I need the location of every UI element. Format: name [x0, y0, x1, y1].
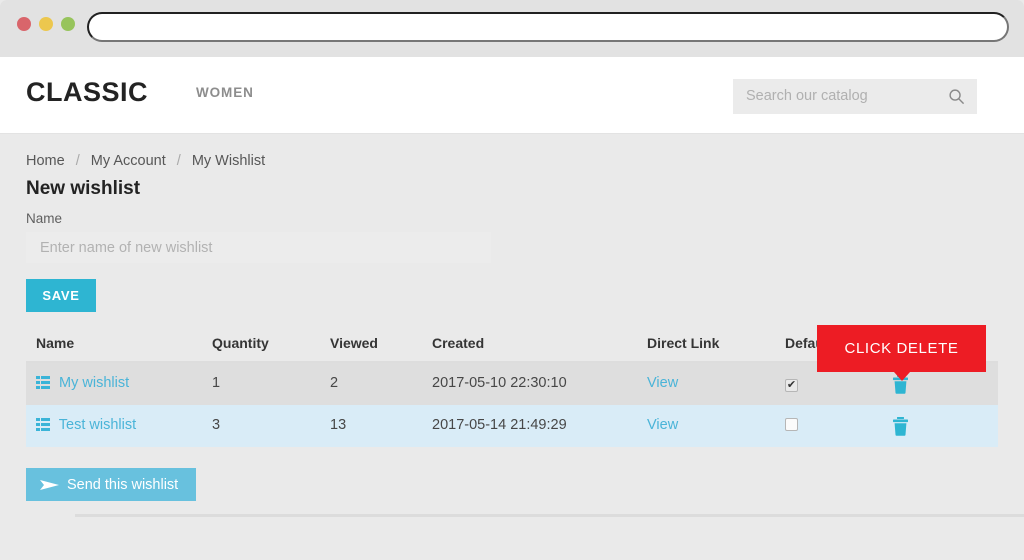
- table-row[interactable]: Test wishlist 3 13 2017-05-14 21:49:29 V…: [26, 405, 998, 447]
- direct-link-cell: View: [647, 375, 678, 391]
- list-icon: [36, 418, 50, 431]
- nav-item-women[interactable]: WOMEN: [196, 85, 254, 100]
- send-wishlist-label: Send this wishlist: [67, 476, 179, 493]
- wishlist-name-cell: My wishlist: [36, 375, 129, 391]
- maximize-window-button[interactable]: [61, 17, 75, 31]
- wishlist-name-link[interactable]: Test wishlist: [59, 417, 136, 433]
- column-header-created: Created: [432, 335, 485, 351]
- viewed-cell: 13: [330, 417, 347, 433]
- breadcrumb: Home / My Account / My Wishlist: [26, 153, 265, 169]
- created-cell: 2017-05-14 21:49:29: [432, 417, 567, 433]
- paper-plane-icon: [40, 479, 59, 490]
- browser-chrome: [0, 0, 1024, 57]
- default-checkbox[interactable]: [785, 418, 798, 431]
- view-link[interactable]: View: [647, 375, 678, 391]
- breadcrumb-item-my-account[interactable]: My Account: [91, 153, 166, 169]
- catalog-search-box[interactable]: Search our catalog: [733, 79, 977, 114]
- url-bar-input[interactable]: [87, 12, 1009, 42]
- site-logo[interactable]: CLASSIC: [26, 77, 148, 108]
- close-window-button[interactable]: [17, 17, 31, 31]
- breadcrumb-item-my-wishlist[interactable]: My Wishlist: [192, 153, 265, 169]
- viewed-cell: 2: [330, 375, 339, 391]
- default-checkbox[interactable]: ✔: [785, 379, 798, 392]
- column-header-name: Name: [36, 335, 75, 351]
- breadcrumb-item-home[interactable]: Home: [26, 153, 65, 169]
- wishlist-name-cell: Test wishlist: [36, 417, 136, 433]
- section-divider: [75, 514, 1024, 517]
- search-input-placeholder[interactable]: Search our catalog: [746, 88, 868, 104]
- default-cell: ✔: [785, 375, 798, 392]
- name-field-label: Name: [26, 211, 63, 226]
- created-cell: 2017-05-10 22:30:10: [432, 375, 567, 391]
- trash-icon[interactable]: [892, 417, 909, 436]
- minimize-window-button[interactable]: [39, 17, 53, 31]
- breadcrumb-separator: /: [176, 153, 181, 169]
- list-icon: [36, 376, 50, 389]
- page-title: New wishlist: [26, 178, 141, 199]
- save-button[interactable]: SAVE: [26, 279, 96, 312]
- window-controls: [17, 17, 75, 31]
- quantity-cell: 3: [212, 417, 221, 433]
- breadcrumb-separator: /: [75, 153, 80, 169]
- tooltip-label: CLICK DELETE: [844, 340, 959, 357]
- search-icon[interactable]: [948, 88, 965, 105]
- view-link[interactable]: View: [647, 417, 678, 433]
- delete-cell: [892, 417, 909, 436]
- column-header-quantity: Quantity: [212, 335, 269, 351]
- tooltip-arrow: [894, 372, 910, 381]
- wishlist-name-input[interactable]: [26, 232, 491, 263]
- column-header-direct-link: Direct Link: [647, 335, 720, 351]
- default-cell: [785, 417, 798, 434]
- send-wishlist-button[interactable]: Send this wishlist: [26, 468, 197, 501]
- click-delete-tooltip: CLICK DELETE: [817, 325, 986, 381]
- site-header: CLASSIC WOMEN Search our catalog: [0, 57, 1024, 134]
- wishlist-name-link[interactable]: My wishlist: [59, 375, 129, 391]
- column-header-viewed: Viewed: [330, 335, 378, 351]
- quantity-cell: 1: [212, 375, 221, 391]
- direct-link-cell: View: [647, 417, 678, 433]
